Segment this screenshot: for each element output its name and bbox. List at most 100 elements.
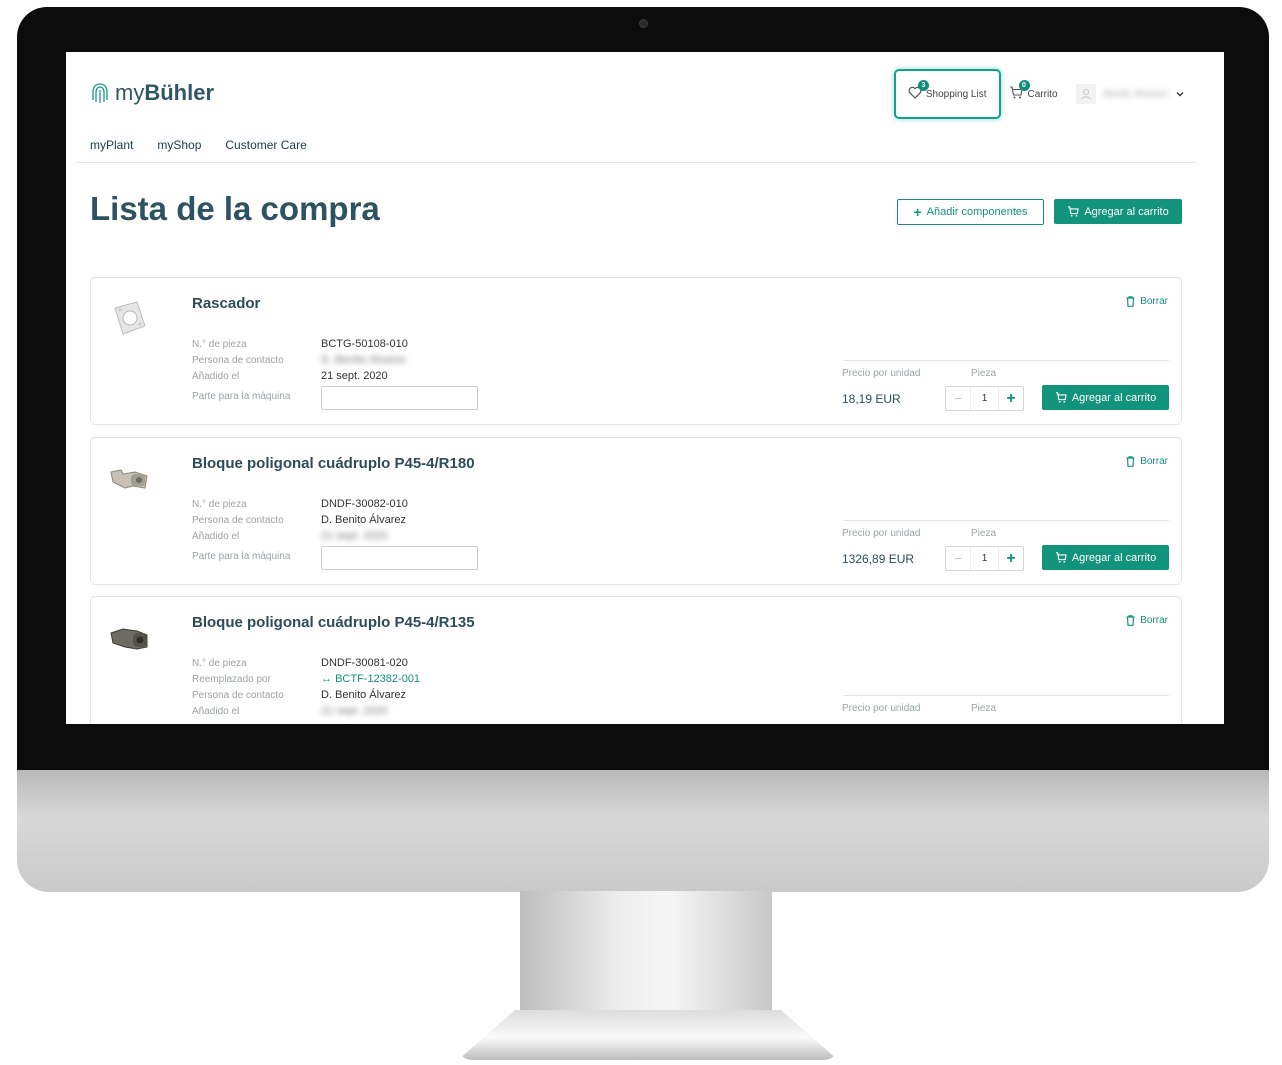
added-value: 21 sept. 2020 (321, 370, 388, 382)
nav-divider (76, 162, 1196, 163)
quantity-increase-button[interactable]: + (999, 390, 1023, 408)
product-image-scraper (114, 301, 146, 335)
page-title: Lista de la compra (90, 190, 380, 227)
cart-icon (1055, 552, 1067, 563)
added-label: Añadido el (192, 705, 240, 717)
piece-label: Pieza (971, 703, 997, 714)
replaced-by-link[interactable]: ↔ BCTF-12382-001 (321, 673, 420, 685)
user-icon (1080, 89, 1091, 100)
shopping-list-icon-wrap: 3 (908, 80, 929, 102)
unit-price-label: Precio por unidad (842, 528, 921, 539)
price-divider (843, 360, 1169, 361)
monitor-stand-base (458, 1010, 838, 1060)
cart-icon (1055, 392, 1067, 403)
added-label: Añadido el (192, 370, 240, 382)
chevron-down-icon (1176, 92, 1184, 97)
nav-item-myshop[interactable]: myShop (157, 138, 201, 152)
trash-icon (1126, 296, 1135, 307)
replaced-by-value: BCTF-12382-001 (335, 673, 421, 685)
shopping-list-button[interactable]: 3 Shopping List (893, 69, 1001, 119)
cart-label: Carrito (1027, 88, 1058, 100)
product-image-block (110, 628, 148, 650)
logo-prefix: my (115, 80, 145, 105)
monitor-chin (17, 770, 1269, 892)
screen: myBühler 3 Shopping List 0 Carrito Benit… (66, 52, 1224, 724)
part-no-label: N.° de pieza (192, 657, 247, 669)
contact-label: Persona de contacto (192, 514, 284, 526)
delete-button[interactable]: Borrar (1126, 615, 1168, 626)
contact-value: D. Benito Álvarez (321, 354, 406, 366)
quantity-stepper: − 1 + (945, 546, 1024, 571)
part-no-value: DNDF-30082-010 (321, 498, 408, 510)
add-to-cart-button[interactable]: Agregar al carrito (1042, 385, 1169, 410)
contact-label: Persona de contacto (192, 689, 284, 701)
product-image-block (110, 469, 148, 489)
unit-price-label: Precio por unidad (842, 703, 921, 714)
shopping-list-count-badge: 3 (917, 80, 929, 91)
list-item: Bloque poligonal cuádruplo P45-4/R180 Bo… (90, 437, 1182, 585)
fingerprint-icon (92, 83, 108, 103)
cart-icon (1068, 206, 1080, 217)
trash-icon (1126, 615, 1135, 626)
item-title[interactable]: Bloque poligonal cuádruplo P45-4/R180 (192, 455, 475, 472)
piece-label: Pieza (971, 368, 997, 379)
machine-part-input[interactable] (321, 545, 478, 570)
quantity-value[interactable]: 1 (970, 387, 999, 410)
cart-count-badge: 0 (1018, 80, 1030, 91)
webcam (639, 19, 648, 28)
quantity-decrease-button[interactable]: − (946, 391, 970, 406)
cart-link[interactable]: 0 Carrito (1009, 80, 1058, 102)
unit-price-value: 18,19 EUR (842, 392, 901, 406)
part-no-value: BCTG-50108-010 (321, 338, 408, 350)
main-nav: myPlant myShop Customer Care (90, 138, 307, 152)
contact-value: D. Benito Álvarez (321, 689, 406, 701)
machine-part-label: Parte para la máquina (192, 390, 291, 402)
trash-icon (1126, 456, 1135, 467)
plus-icon: + (913, 204, 922, 220)
nav-item-myplant[interactable]: myPlant (90, 138, 133, 152)
delete-label: Borrar (1140, 615, 1168, 626)
logo-name: Bühler (144, 80, 215, 105)
quantity-increase-button[interactable]: + (999, 550, 1023, 568)
delete-button[interactable]: Borrar (1126, 456, 1168, 467)
delete-label: Borrar (1140, 296, 1168, 307)
item-details: N.° de pieza DNDF-30082-010 Persona de co… (192, 496, 478, 570)
part-no-value: DNDF-30081-020 (321, 657, 408, 669)
header-actions: 3 Shopping List 0 Carrito Benito Álvarez (893, 68, 1184, 120)
shopping-list-label: Shopping List (925, 88, 987, 100)
nav-item-customer-care[interactable]: Customer Care (225, 138, 306, 152)
logo[interactable]: myBühler (90, 80, 214, 106)
add-to-cart-label: Agregar al carrito (1071, 551, 1157, 564)
avatar (1075, 84, 1096, 104)
machine-part-label: Parte para la máquina (192, 550, 291, 562)
quantity-decrease-button[interactable]: − (946, 551, 970, 566)
list-item: Rascador Borrar N.° de pieza BCTG-50108-0… (90, 277, 1182, 425)
part-no-label: N.° de pieza (192, 338, 247, 350)
add-components-label: Añadir componentes (926, 206, 1028, 218)
quantity-stepper: − 1 + (945, 386, 1024, 411)
delete-button[interactable]: Borrar (1126, 296, 1168, 307)
list-item: Bloque poligonal cuádruplo P45-4/R135 Bo… (90, 596, 1182, 724)
unit-price-value: 1326,89 EUR (842, 552, 915, 566)
price-divider (843, 520, 1169, 521)
machine-part-input[interactable] (321, 385, 478, 410)
add-to-cart-button[interactable]: Agregar al carrito (1042, 545, 1169, 570)
item-details: N.° de pieza DNDF-30081-020 Reemplazado p… (192, 655, 420, 719)
unit-price-label: Precio por unidad (842, 368, 921, 379)
item-title[interactable]: Rascador (192, 295, 260, 312)
contact-label: Persona de contacto (192, 354, 284, 366)
replaced-by-label: Reemplazado por (192, 673, 271, 685)
added-label: Añadido el (192, 530, 240, 542)
user-menu[interactable]: Benito Álvarez (1075, 84, 1184, 104)
add-all-to-cart-button[interactable]: Agregar al carrito (1054, 199, 1182, 224)
add-to-cart-label: Agregar al carrito (1071, 391, 1157, 404)
item-title[interactable]: Bloque poligonal cuádruplo P45-4/R135 (192, 614, 475, 631)
added-value: 21 sept. 2020 (321, 530, 388, 542)
contact-value: D. Benito Álvarez (321, 514, 406, 526)
quantity-value[interactable]: 1 (970, 547, 999, 570)
user-name: Benito Álvarez (1103, 88, 1168, 100)
add-components-button[interactable]: + Añadir componentes (897, 199, 1044, 225)
part-no-label: N.° de pieza (192, 498, 247, 510)
piece-label: Pieza (971, 528, 997, 539)
cart-icon-wrap: 0 (1009, 80, 1030, 102)
